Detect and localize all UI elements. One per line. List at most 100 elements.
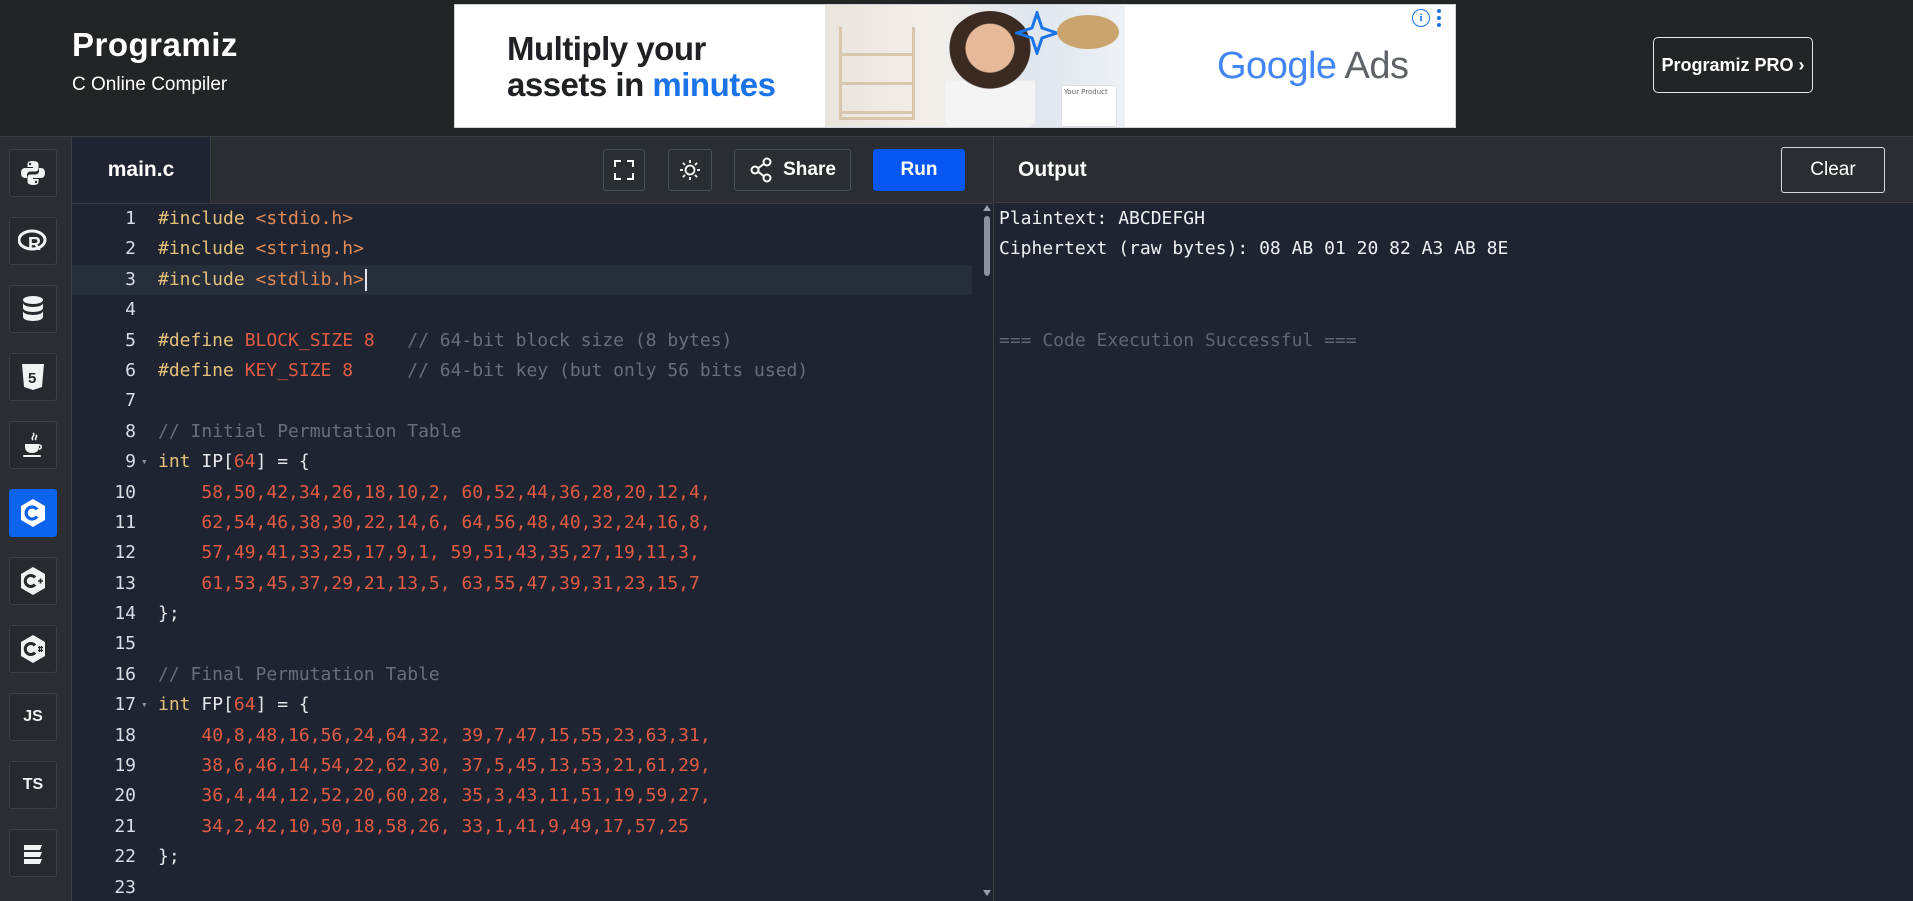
code-text[interactable]: 62,54,46,38,30,22,14,6, 64,56,48,40,32,2… [158,508,711,538]
share-icon [750,157,772,183]
code-text[interactable]: 40,8,48,16,56,24,64,32, 39,7,47,15,55,23… [158,721,710,751]
code-token: }; [158,603,180,625]
output-console[interactable]: Plaintext: ABCDEFGH Ciphertext (raw bytes… [993,204,1913,901]
line-number: 20 [114,785,136,807]
lang-python-button[interactable] [9,149,57,197]
code-text[interactable]: 36,4,44,12,52,20,60,28, 35,3,43,11,51,19… [158,781,711,811]
code-line[interactable]: 21 34,2,42,10,50,18,58,26, 33,1,41,9,49,… [72,812,972,842]
code-line[interactable]: 17 ▾ int FP[64] = { [72,690,972,720]
code-text[interactable]: 34,2,42,10,50,18,58,26, 33,1,41,9,49,17,… [158,812,689,842]
code-token: 64 [233,451,256,473]
code-text[interactable]: #define BLOCK_SIZE 8 // 64-bit block siz… [158,326,732,356]
code-text[interactable]: }; [158,599,180,629]
lang-js-button[interactable]: JS [9,693,57,741]
code-line[interactable]: 12 57,49,41,33,25,17,9,1, 59,51,43,35,27… [72,538,972,568]
code-line[interactable]: 6 #define KEY_SIZE 8 // 64-bit key (but o… [72,356,972,386]
ad-info-icon[interactable]: i [1412,9,1430,27]
ad-banner[interactable]: Multiply your assets in minutes Your Pro… [454,4,1456,128]
code-token: ] = { [255,451,310,473]
text-caret [364,268,367,291]
code-token: 36,4,44,12,52,20,60,28, 35,3,43,11,51,19… [201,785,711,807]
top-header: Programiz C Online Compiler Multiply you… [0,0,1913,137]
code-editor[interactable]: 1 #include <stdio.h> 2 #include <string.h> 3… [72,204,993,901]
theme-toggle-button[interactable] [668,149,712,191]
lang-c-button[interactable] [9,489,57,537]
code-text[interactable]: 61,53,45,37,29,21,13,5, 63,55,47,39,31,2… [158,569,700,599]
code-token: #define [158,359,245,381]
code-line[interactable]: 22}; [72,842,972,872]
code-line[interactable]: 2 #include <string.h> [72,234,972,264]
code-token: 34,2,42,10,50,18,58,26, 33,1,41,9,49,17,… [201,815,690,837]
code-line[interactable]: 19 38,6,46,14,54,22,62,30, 37,5,45,13,53… [72,751,972,781]
code-line[interactable]: 14}; [72,599,972,629]
code-token: BLOCK_SIZE 8 [244,329,375,351]
code-line[interactable]: 15 [72,629,972,659]
code-text[interactable]: }; [158,842,180,872]
code-text[interactable]: // Initial Permutation Table [158,417,461,447]
line-number: 2 [125,238,136,260]
lang-r-button[interactable]: R [9,217,57,265]
c-icon [21,499,45,527]
editor-scrollbar[interactable] [981,204,993,901]
code-line[interactable]: 8 // Initial Permutation Table [72,417,972,447]
code-line[interactable]: 1 #include <stdio.h> [72,204,972,234]
code-text[interactable]: int IP[64] = { [158,447,310,477]
code-token: int [158,694,202,716]
lang-html-button[interactable]: 5 [9,353,57,401]
code-text[interactable]: // Final Permutation Table [158,660,440,690]
lang-swift-button[interactable] [9,829,57,877]
run-button[interactable]: Run [873,149,965,191]
code-text[interactable]: 57,49,41,33,25,17,9,1, 59,51,43,35,27,19… [158,538,700,568]
lang-java-button[interactable] [9,421,57,469]
code-text[interactable]: #define KEY_SIZE 8 // 64-bit key (but on… [158,356,808,386]
code-token: IP[ [201,451,234,473]
code-line[interactable]: 4 [72,295,972,325]
lang-csharp-button[interactable] [9,625,57,673]
code-line[interactable]: 5 #define BLOCK_SIZE 8 // 64-bit block si… [72,326,972,356]
compiler-title: C Online Compiler [72,74,228,95]
lang-ts-button[interactable]: TS [9,761,57,809]
code-line[interactable]: 11 62,54,46,38,30,22,14,6, 64,56,48,40,3… [72,508,972,538]
scroll-up-arrow-icon[interactable] [983,205,991,211]
code-text[interactable]: #include <stdlib.h> [158,265,367,295]
code-lines[interactable]: 1 #include <stdio.h> 2 #include <string.h> 3… [72,204,972,901]
code-text[interactable]: 38,6,46,14,54,22,62,30, 37,5,45,13,53,21… [158,751,710,781]
brand[interactable]: Programiz C Online Compiler [72,26,238,96]
programiz-pro-button[interactable]: Programiz PRO › [1653,37,1813,93]
code-line[interactable]: 18 40,8,48,16,56,24,64,32, 39,7,47,15,55… [72,721,972,751]
clear-button[interactable]: Clear [1781,147,1885,193]
code-line[interactable]: 9 ▾ int IP[64] = { [72,447,972,477]
code-line[interactable]: 13 61,53,45,37,29,21,13,5, 63,55,47,39,3… [72,569,972,599]
csharp-icon [21,635,45,663]
output-line: Ciphertext (raw bytes): 08 AB 01 20 82 A… [999,238,1509,260]
file-tab-main-c[interactable]: main.c [72,137,211,203]
html5-icon: 5 [22,364,44,390]
code-token: 62,54,46,38,30,22,14,6, 64,56,48,40,32,2… [201,511,711,533]
code-token: FP[ [201,694,234,716]
code-text[interactable]: int FP[64] = { [158,690,310,720]
lang-sql-button[interactable] [9,285,57,333]
code-text[interactable]: #include <stdio.h> [158,204,353,234]
code-line[interactable]: 10 58,50,42,34,26,18,10,2, 60,52,44,36,2… [72,478,972,508]
code-line[interactable]: 7 [72,386,972,416]
code-text[interactable]: #include <string.h> [158,234,364,264]
fold-toggle-icon[interactable]: ▾ [141,690,148,720]
fold-toggle-icon[interactable]: ▾ [141,447,148,477]
fullscreen-button[interactable] [603,149,645,191]
ad-menu-icon[interactable] [1437,9,1441,27]
scroll-thumb[interactable] [984,216,990,276]
code-line[interactable]: 23 [72,873,972,901]
code-line[interactable]: 16 // Final Permutation Table [72,660,972,690]
lang-cpp-button[interactable] [9,557,57,605]
programiz-logo[interactable]: Programiz [72,26,238,64]
code-line[interactable]: 20 36,4,44,12,52,20,60,28, 35,3,43,11,51… [72,781,972,811]
code-line[interactable]: 3 #include <stdlib.h> [72,264,972,296]
share-button[interactable]: Share [734,149,851,191]
scroll-down-arrow-icon[interactable] [983,890,991,896]
code-text[interactable]: 58,50,42,34,26,18,10,2, 60,52,44,36,28,2… [158,478,710,508]
ts-icon: TS [22,776,44,793]
code-token: // 64-bit block size (8 bytes) [407,329,733,351]
